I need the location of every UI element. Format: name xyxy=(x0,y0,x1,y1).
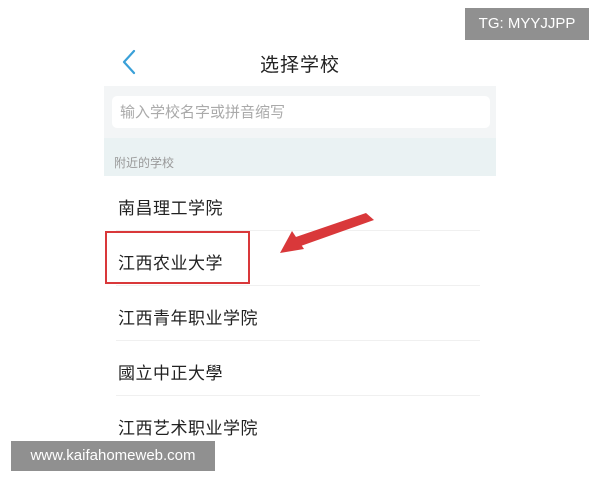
select-school-screen: 选择学校 附近的学校 南昌理工学院 江西农业大学 江西青年职业学院 國立中正大學… xyxy=(0,0,600,480)
school-name: 江西艺术职业学院 xyxy=(118,419,258,439)
highlight-annotation-box xyxy=(105,231,250,284)
school-name: 國立中正大學 xyxy=(118,364,223,384)
school-list-item[interactable]: 國立中正大學 xyxy=(104,341,496,396)
nav-header: 选择学校 xyxy=(104,38,496,86)
school-name: 南昌理工学院 xyxy=(118,199,223,219)
school-search-input[interactable] xyxy=(112,96,490,128)
nearby-section-header: 附近的学校 xyxy=(104,138,496,176)
arrow-annotation-icon xyxy=(280,213,374,253)
section-label: 附近的学校 xyxy=(114,156,175,170)
school-name: 江西青年职业学院 xyxy=(118,309,258,329)
school-list-item[interactable]: 江西青年职业学院 xyxy=(104,286,496,341)
watermark-website: www.kaifahomeweb.com xyxy=(11,441,215,471)
page-title: 选择学校 xyxy=(259,54,340,76)
watermark-telegram: TG: MYYJJPP xyxy=(465,8,589,40)
search-bar xyxy=(104,86,496,138)
